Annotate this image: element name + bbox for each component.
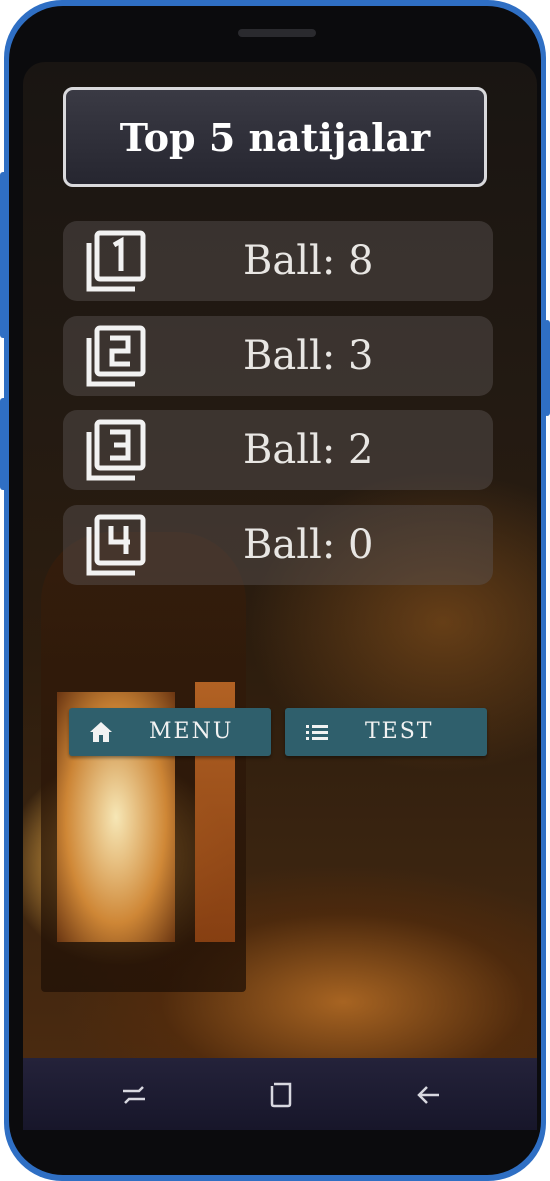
filter-2-icon [86,325,146,387]
menu-button-label: MENU [149,719,234,744]
score-label: Ball: 3 [243,333,374,379]
recent-apps-icon[interactable] [119,1080,149,1110]
page-title: Top 5 natijalar [119,114,431,160]
result-row-4: Ball: 0 [63,505,493,585]
filter-3-icon [86,419,146,481]
result-row-2: Ball: 3 [63,316,493,396]
title-box: Top 5 natijalar [63,87,487,187]
list-icon [306,725,328,740]
app-screen: Top 5 natijalar Ball: 8 Ball: 3 Ball: 2 [23,62,537,1058]
test-button-label: TEST [365,719,434,744]
result-row-3: Ball: 2 [63,410,493,490]
result-row-1: Ball: 8 [63,221,493,301]
earpiece [238,29,316,37]
menu-button[interactable]: MENU [69,708,271,756]
filter-1-icon [86,230,146,292]
home-icon [90,722,112,742]
score-label: Ball: 2 [243,427,374,473]
back-arrow-icon[interactable] [413,1080,443,1110]
volume-down-button [0,398,8,490]
filter-4-icon [86,514,146,576]
home-square-icon[interactable] [266,1080,296,1110]
volume-up-button [0,172,8,338]
system-navigation-bar [23,1058,537,1130]
score-label: Ball: 8 [243,238,374,284]
test-button[interactable]: TEST [285,708,487,756]
score-label: Ball: 0 [243,522,374,568]
power-button [544,320,550,416]
